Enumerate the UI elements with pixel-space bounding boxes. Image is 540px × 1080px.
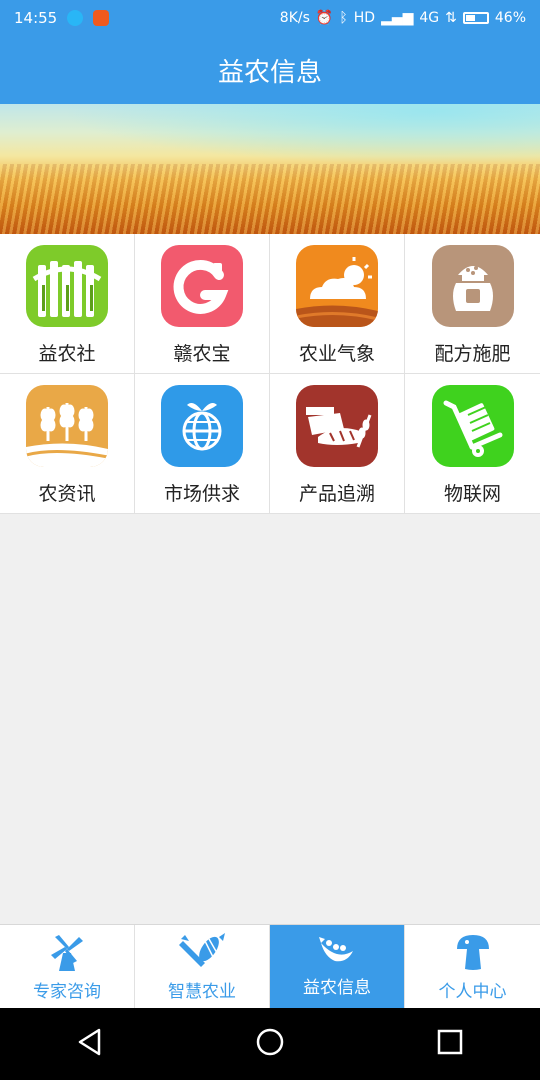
data-activity-icon: ⇅ xyxy=(445,10,457,26)
grid-item-gannongbao[interactable]: 赣农宝 xyxy=(135,234,270,374)
tab-label: 益农信息 xyxy=(303,978,371,998)
bread-icon xyxy=(296,385,378,467)
grid-item-label: 赣农宝 xyxy=(173,343,231,365)
vegetables-icon xyxy=(175,931,229,975)
back-icon[interactable] xyxy=(75,1027,105,1061)
grid-item-market[interactable]: 市场供求 xyxy=(135,374,270,514)
bottom-tab-bar: 专家咨询 智慧农业 益农信息 个人中心 xyxy=(0,924,540,1008)
headset-notification-icon xyxy=(67,10,84,26)
g-logo-icon xyxy=(161,245,243,327)
peapod-icon xyxy=(317,931,357,971)
grid-item-agri-news[interactable]: 农资讯 xyxy=(0,374,135,514)
tab-label: 专家咨询 xyxy=(33,982,101,1002)
fertilizer-bag-icon xyxy=(431,245,514,327)
grid-item-label: 配方施肥 xyxy=(434,343,511,365)
hd-label: HD xyxy=(353,10,376,26)
tab-label: 智慧农业 xyxy=(168,982,236,1002)
grid-item-weather[interactable]: 农业气象 xyxy=(270,234,405,374)
grid-item-trace[interactable]: 产品追溯 xyxy=(270,374,405,514)
network-type: 4G xyxy=(419,10,440,26)
tab-expert-consult[interactable]: 专家咨询 xyxy=(0,925,135,1008)
battery-percent: 46% xyxy=(494,10,526,26)
app-bar: 益农信息 xyxy=(0,36,540,104)
grid-item-yinongshe[interactable]: 益农社 xyxy=(0,234,135,374)
status-bar: 14:55 8K/s ⏰ ᛒ HD ▂▄▆ 4G ⇅ 46% xyxy=(0,0,540,36)
signal-icon: ▂▄▆ xyxy=(381,10,414,26)
grid-item-label: 产品追溯 xyxy=(298,483,375,505)
tab-personal-center[interactable]: 个人中心 xyxy=(405,925,540,1008)
banner-wheat xyxy=(0,164,540,234)
weather-icon xyxy=(296,245,378,327)
windmill-icon xyxy=(47,931,87,975)
grid-item-label: 市场供求 xyxy=(163,483,240,505)
grid-item-label: 农资讯 xyxy=(38,483,96,505)
grid-item-label: 益农社 xyxy=(38,343,96,365)
app-notification-icon xyxy=(93,10,110,26)
home-icon[interactable] xyxy=(255,1027,285,1061)
recents-icon[interactable] xyxy=(435,1027,465,1061)
net-speed: 8K/s xyxy=(279,10,310,26)
feature-grid: 益农社 赣农宝 农业气象 配方施肥 农资讯 市场供求 产品追溯 物联网 xyxy=(0,234,540,514)
globe-fruit-icon xyxy=(161,385,243,467)
fence-icon xyxy=(26,245,108,327)
hand-truck-icon xyxy=(431,385,514,467)
bluetooth-icon: ᛒ xyxy=(339,10,348,26)
battery-icon xyxy=(462,12,489,24)
tab-yinong-info[interactable]: 益农信息 xyxy=(270,925,405,1008)
tab-smart-agriculture[interactable]: 智慧农业 xyxy=(135,925,270,1008)
grid-item-fertilizer[interactable]: 配方施肥 xyxy=(405,234,540,374)
wheat-icon xyxy=(26,385,108,467)
alarm-icon: ⏰ xyxy=(315,10,334,26)
wheat-field-banner[interactable] xyxy=(0,104,540,234)
status-time: 14:55 xyxy=(14,9,58,27)
mushroom-icon xyxy=(453,931,493,975)
page-title: 益农信息 xyxy=(217,57,322,88)
grid-item-label: 物联网 xyxy=(443,483,501,505)
tab-label: 个人中心 xyxy=(438,982,507,1002)
grid-item-iot[interactable]: 物联网 xyxy=(405,374,540,514)
grid-item-label: 农业气象 xyxy=(298,343,375,365)
system-nav-bar xyxy=(0,1008,540,1080)
